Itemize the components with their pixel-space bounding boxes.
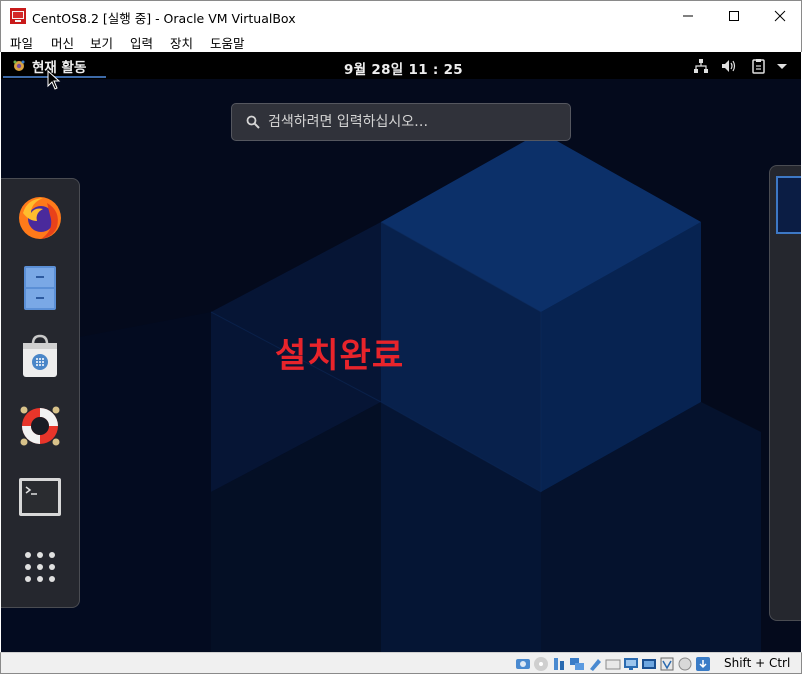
workspace-thumbnail-1[interactable] [776,176,801,234]
menu-devices[interactable]: 장치 [170,33,193,52]
dash-item-terminal[interactable] [15,472,65,522]
dash-item-files[interactable] [15,263,65,313]
show-apps-icon [25,552,55,582]
device-indicators [515,655,711,673]
mouse-integration-icon[interactable] [677,656,693,672]
dash-panel [1,178,80,608]
video-capture-icon[interactable] [641,656,657,672]
audio-icon[interactable] [551,656,567,672]
menu-file[interactable]: 파일 [10,33,33,52]
virtualization-icon[interactable] [659,656,675,672]
volume-icon[interactable] [721,57,737,75]
guest-screen[interactable]: 현재 활동 9월 28일 11 : 25 검색하려면 입력하십시오… 설치완료 [1,52,801,652]
menu-bar: 파일 머신 보기 입력 장치 도움말 [0,30,802,52]
close-icon [774,10,786,22]
menu-view[interactable]: 보기 [90,33,113,52]
shared-folder-icon[interactable] [605,656,621,672]
menu-help[interactable]: 도움말 [210,33,245,52]
minimize-icon [683,15,693,17]
workspace-switcher [769,165,801,621]
help-icon [20,406,60,446]
window-title: CentOS8.2 [실행 중] - Oracle VM VirtualBox [32,11,296,26]
dash-item-show-apps[interactable] [15,542,65,592]
gnome-foot-icon [13,60,25,71]
network-icon[interactable] [693,57,709,75]
optical-drive-icon[interactable] [533,656,549,672]
window-titlebar: CentOS8.2 [실행 중] - Oracle VM VirtualBox [0,0,802,30]
dropdown-arrow-icon[interactable] [776,57,788,75]
search-icon [246,115,260,129]
minimize-button[interactable] [665,1,711,31]
terminal-icon [19,478,61,516]
dash-item-help[interactable] [15,401,65,451]
gnome-top-bar: 현재 활동 9월 28일 11 : 25 [1,52,801,79]
hard-disk-icon[interactable] [515,656,531,672]
display-icon[interactable] [623,656,639,672]
firefox-icon [19,197,61,239]
close-button[interactable] [757,1,802,31]
mouse-cursor-icon [47,70,61,90]
software-store-icon [23,334,57,377]
virtualbox-app-icon [10,8,26,24]
host-key-arrow-icon[interactable] [695,656,711,672]
maximize-button[interactable] [711,1,757,31]
clipboard-icon[interactable] [751,57,767,75]
host-key-label: Shift + Ctrl [724,656,791,670]
clock-datetime[interactable]: 9월 28일 11 : 25 [344,58,463,78]
dash-item-software[interactable] [15,331,65,381]
menu-machine[interactable]: 머신 [51,33,74,52]
usb-icon[interactable] [587,656,603,672]
dash-item-firefox[interactable] [15,193,65,243]
network-adapter-icon[interactable] [569,656,585,672]
menu-input[interactable]: 입력 [130,33,153,52]
maximize-icon [729,11,739,21]
file-manager-icon [24,266,56,310]
virtualbox-status-bar: Shift + Ctrl [0,652,802,674]
search-box[interactable] [231,103,571,141]
install-complete-annotation: 설치완료 [275,336,405,376]
search-input[interactable] [268,104,564,140]
